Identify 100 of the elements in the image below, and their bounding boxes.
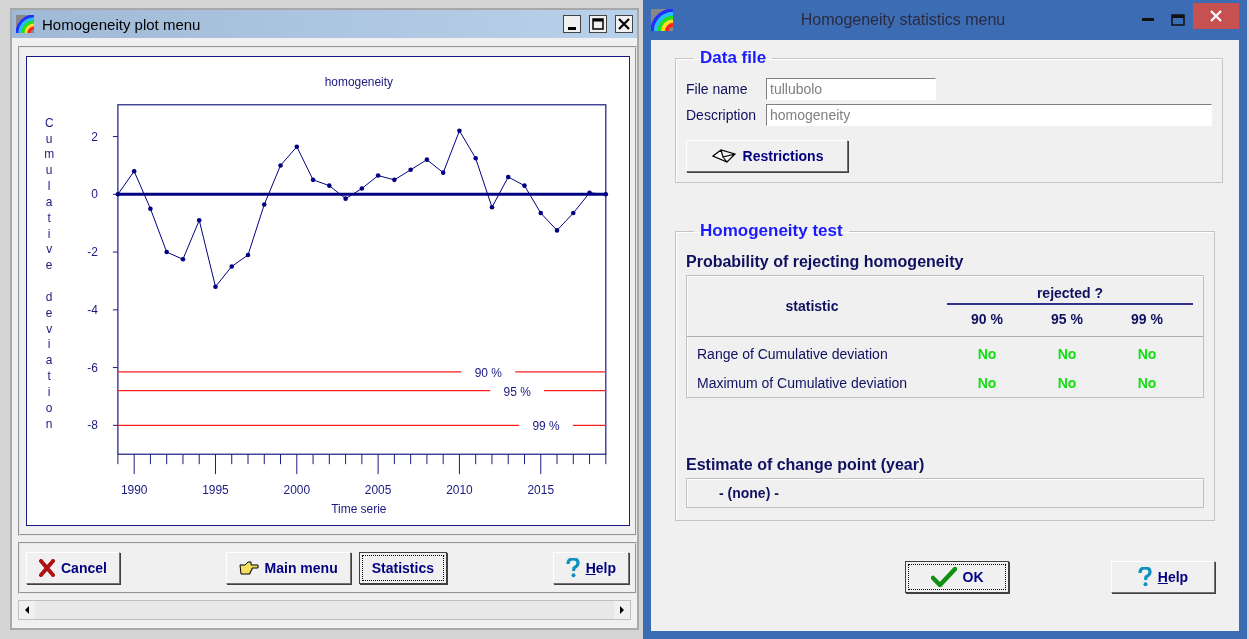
y-tick-label: -4: [87, 302, 98, 317]
data-point: [294, 144, 300, 149]
cross-icon: [39, 559, 55, 577]
x-tick-label: 2000: [283, 483, 311, 498]
y-tick: [112, 309, 119, 311]
dialog-button[interactable]: Main menu: [225, 552, 351, 584]
data-point: [245, 252, 251, 258]
table-cell-text: Range of Cumulative deviation: [696, 345, 889, 362]
table-cell-text: No: [1136, 345, 1158, 362]
field-label: Description: [686, 107, 758, 123]
y-tick-label: -6: [87, 360, 98, 375]
data-point: [327, 183, 332, 188]
left-arrow-icon: [24, 606, 30, 614]
data-point: [196, 218, 202, 223]
column-group-header: rejected ?: [947, 285, 1193, 305]
data-point: [359, 186, 365, 191]
group-title: Data file: [699, 48, 768, 68]
horizontal-scrollbar[interactable]: [18, 600, 631, 620]
x-tick-label: 1990: [120, 483, 148, 498]
x-tick-label: 2015: [527, 483, 555, 498]
dialog-button[interactable]: OK: [905, 561, 1009, 593]
data-point: [457, 128, 462, 134]
data-point: [408, 167, 413, 173]
question-mark-icon: [565, 558, 580, 578]
data-point: [440, 170, 446, 175]
column-header: statistic: [784, 298, 840, 314]
close-icon: [1210, 10, 1222, 22]
x-tick-label: 1995: [202, 483, 229, 498]
data-point: [538, 210, 544, 216]
minimize-icon: [1142, 18, 1154, 22]
data-point: [115, 192, 121, 197]
y-tick-label: -8: [87, 418, 98, 433]
minimize-icon: [568, 26, 576, 30]
x-axis-title: Time serie: [331, 502, 387, 517]
close-button[interactable]: [615, 15, 633, 33]
dialog-button[interactable]: Help: [552, 552, 629, 584]
threshold-label: 95 %: [503, 384, 531, 399]
restrictions-button[interactable]: Restrictions: [686, 140, 848, 172]
y-tick-label: 0: [91, 187, 98, 202]
data-point: [522, 183, 527, 188]
group-title: Homogeneity test: [699, 221, 844, 241]
data-point: [392, 177, 397, 183]
y-tick-label: 2: [91, 129, 98, 144]
threshold-label: 90 %: [474, 365, 502, 380]
table-cell-text: No: [1136, 374, 1158, 391]
column-header: 95 %: [1050, 310, 1084, 327]
y-axis-title: Cumulative deviation: [44, 115, 55, 431]
y-tick: [112, 367, 119, 369]
change-point-value: - (none) -: [686, 478, 1204, 508]
pointing-hand-icon: [238, 561, 259, 575]
dialog-button[interactable]: Help: [1111, 561, 1215, 593]
question-mark-icon: [1137, 567, 1152, 587]
data-point: [603, 192, 609, 197]
right-arrow-icon: [619, 606, 625, 614]
column-header: 90 %: [970, 310, 1004, 327]
y-tick: [112, 136, 119, 138]
x-tick-label: 2005: [364, 483, 392, 498]
check-icon: [930, 567, 957, 587]
window-title: Homogeneity plot menu: [42, 15, 202, 33]
data-point: [489, 205, 495, 210]
maximize-icon: [1171, 14, 1185, 26]
y-tick: [112, 251, 119, 253]
maximize-button[interactable]: [589, 15, 607, 33]
threshold-label: 99 %: [532, 419, 560, 434]
window-title: Homogeneity statistics menu: [799, 11, 1007, 29]
column-header: 99 %: [1130, 310, 1164, 327]
data-point: [375, 173, 381, 178]
data-point: [278, 163, 283, 168]
maximize-icon: [592, 18, 604, 30]
y-tick: [112, 193, 119, 195]
data-point: [554, 228, 560, 233]
rainbow-icon: [16, 15, 34, 33]
table-cell-text: Maximum of Cumulative deviation: [696, 374, 909, 391]
section-heading: Estimate of change point (year): [686, 456, 926, 474]
data-point: [180, 257, 186, 262]
data-point: [424, 157, 430, 162]
table-cell-text: No: [976, 374, 998, 391]
data-point: [131, 168, 137, 174]
book-icon: [710, 148, 737, 164]
table-cell-text: No: [976, 345, 998, 362]
data-point: [213, 284, 218, 289]
x-tick-label: 2010: [446, 483, 473, 498]
data-point: [310, 177, 316, 183]
data-point: [571, 210, 576, 216]
data-point: [148, 206, 153, 212]
minimize-button[interactable]: [563, 15, 581, 33]
data-point: [262, 202, 267, 207]
close-icon: [618, 18, 630, 30]
rainbow-icon: [651, 9, 673, 31]
data-point: [473, 155, 478, 161]
data-point: [505, 174, 511, 180]
table-cell-text: No: [1056, 374, 1078, 391]
dialog-button[interactable]: Cancel: [26, 552, 120, 584]
scroll-right-button[interactable]: [614, 601, 630, 619]
y-tick: [112, 424, 119, 426]
data-point: [164, 249, 169, 255]
table-cell-text: No: [1056, 345, 1078, 362]
data-point: [343, 196, 348, 201]
dialog-button[interactable]: Statistics: [358, 552, 447, 584]
scroll-left-button[interactable]: [19, 601, 35, 619]
